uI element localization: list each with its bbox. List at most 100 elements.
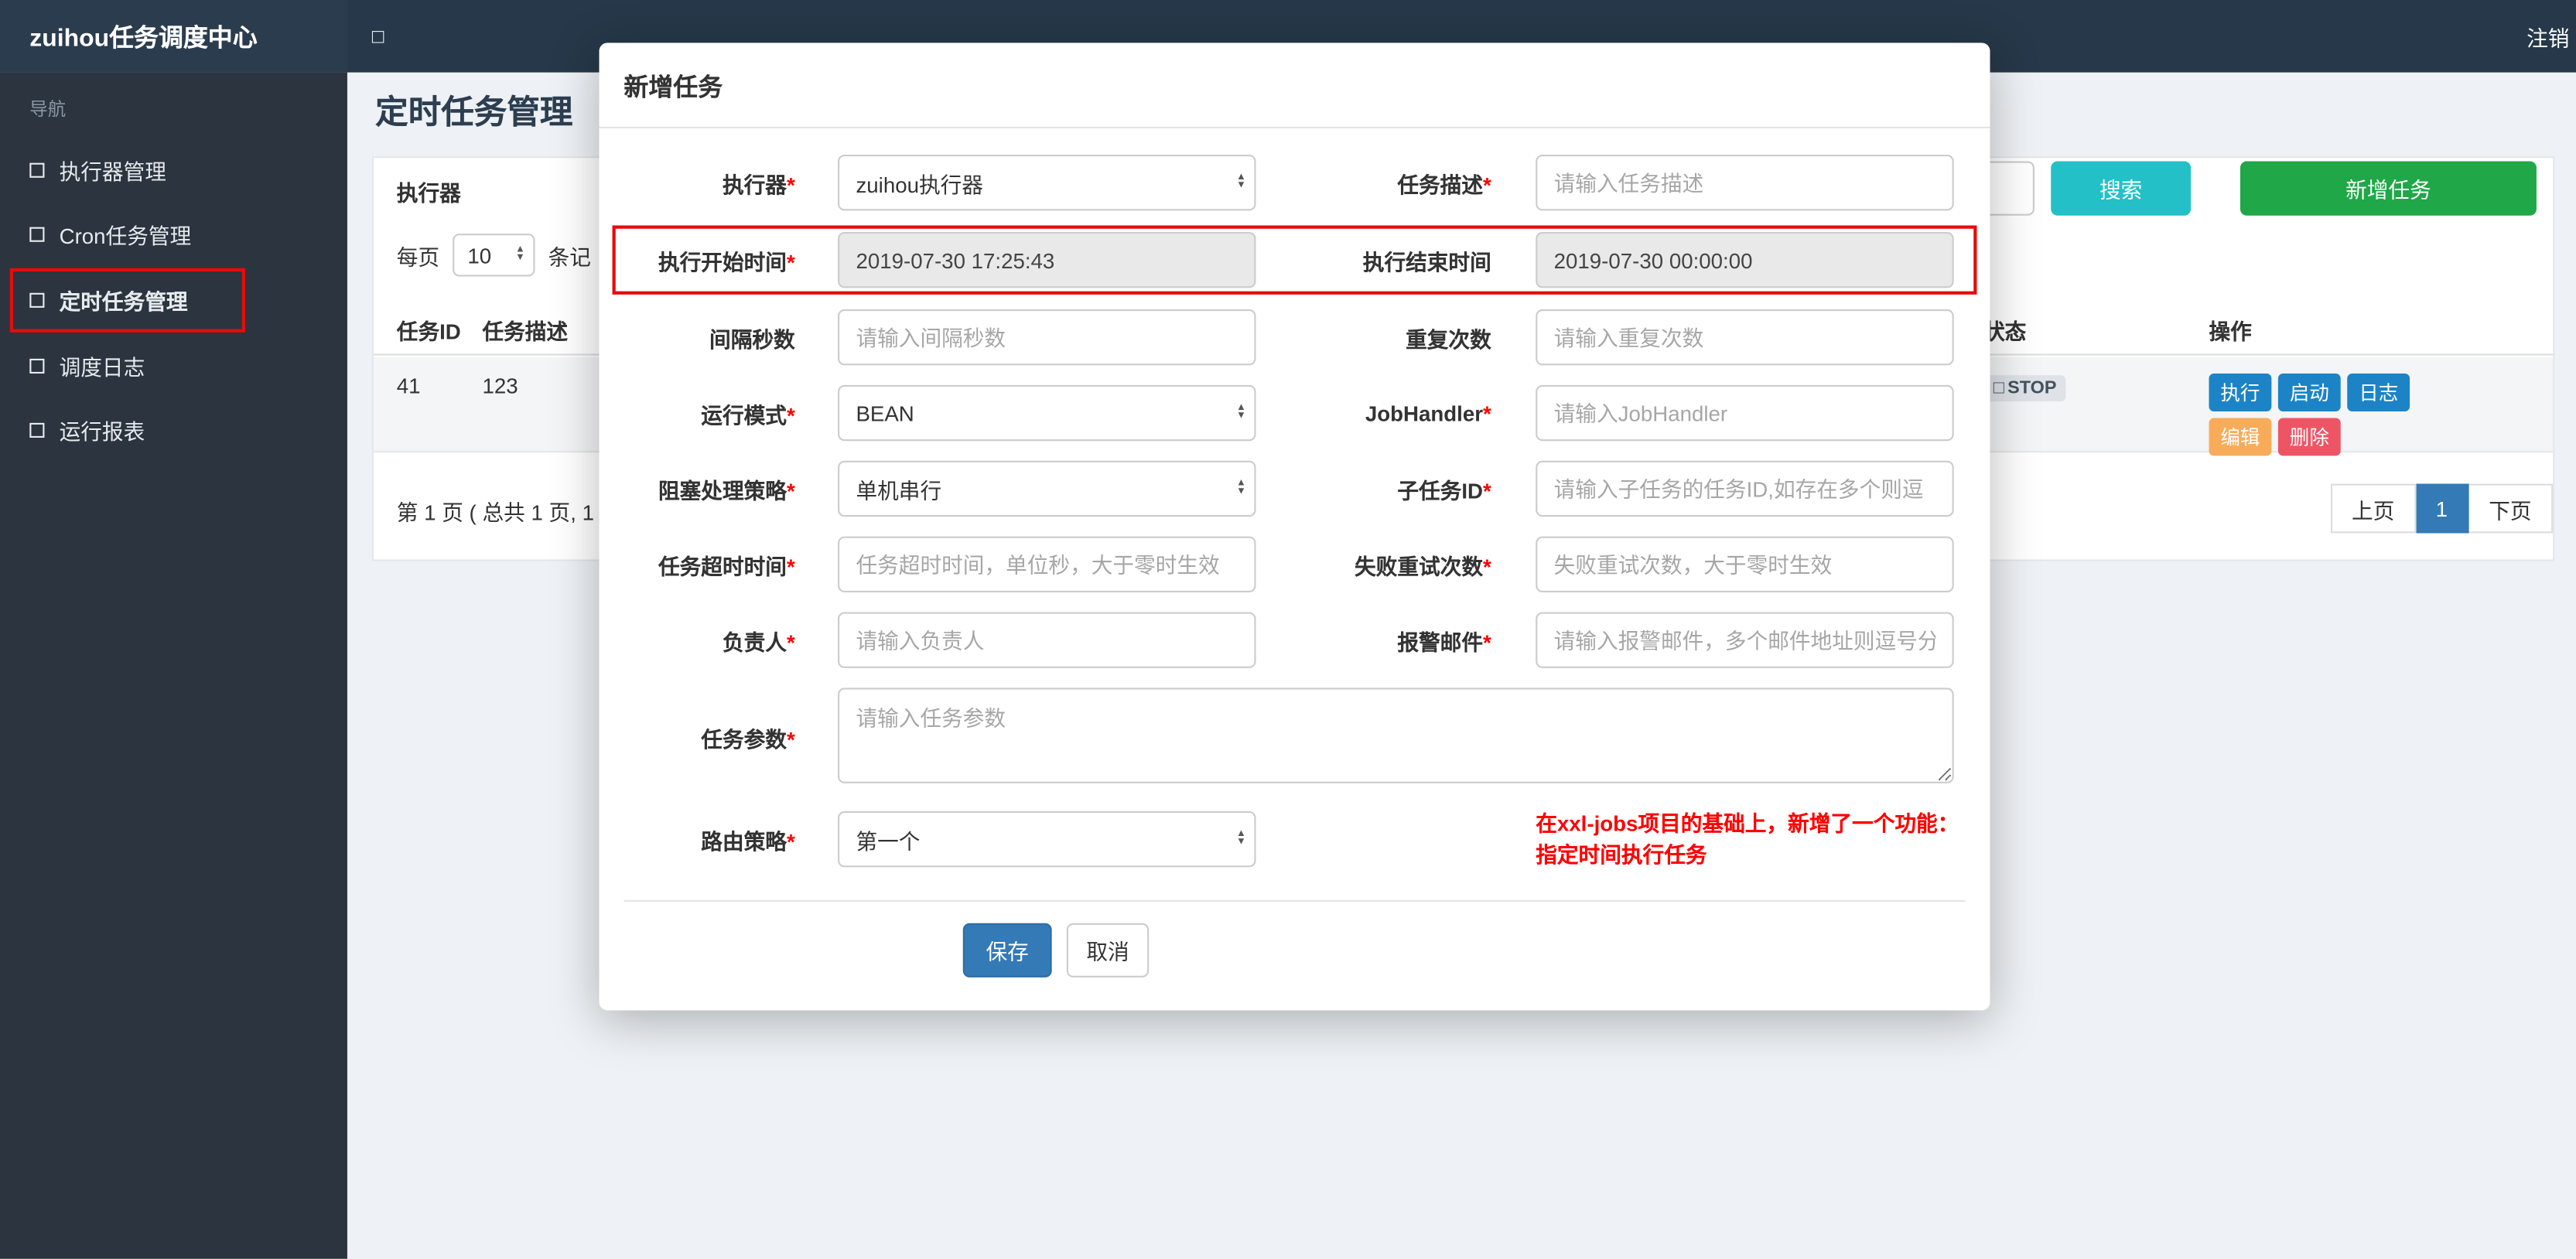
modal-body: 执行器* zuihou执行器 ▲▼ 任务描述* 执行开始时间* — [600, 128, 1990, 978]
select-arrows-icon: ▲ ▼ — [515, 245, 525, 264]
annotation-red-box: 执行开始时间* 执行结束时间 — [612, 225, 1977, 295]
add-task-modal: 新增任务 执行器* zuihou执行器 ▲ ▼ 任务描述* 请输入任务描述 执行… — [599, 43, 1990, 1011]
per-page-prefix: 每页 — [396, 244, 440, 269]
start-time-input[interactable] — [838, 232, 1256, 288]
repeat-input[interactable] — [1536, 309, 1954, 366]
sidebar-item-run-report[interactable]: 运行报表 — [0, 398, 347, 462]
pagination: 上页 1 下页 — [2330, 483, 2554, 534]
select-arrows-icon: ▲ ▼ — [1236, 829, 1246, 848]
logout-link[interactable]: 注销 — [2526, 26, 2569, 50]
status-badge: □ STOP — [1983, 375, 2067, 402]
route-strategy-label: 路由策略* — [701, 828, 795, 854]
run-mode-label: 运行模式* — [701, 402, 795, 428]
sidebar-item-label: Cron任务管理 — [59, 223, 192, 249]
run-mode-select[interactable]: BEAN ▲ ▼ — [838, 384, 1256, 442]
end-time-label: 执行结束时间 — [1362, 249, 1491, 275]
block-strategy-label: 阻塞处理策略* — [658, 478, 795, 503]
per-page-value: 10 — [467, 242, 492, 268]
modal-title: 新增任务 — [624, 73, 723, 102]
task-desc-input[interactable] — [1536, 155, 1954, 211]
executor-filter-label: 执行器 — [396, 181, 461, 206]
owner-input[interactable] — [838, 612, 1256, 668]
timeout-label: 任务超时时间* — [658, 554, 795, 578]
sidebar-item-label: 调度日志 — [59, 355, 145, 380]
start-button[interactable]: 启动 — [2277, 374, 2341, 411]
col-header-status: 状态 — [1983, 319, 2027, 344]
per-page-select[interactable]: 10 ▲ ▼ — [453, 234, 535, 277]
feature-note-line2: 指定时间执行任务 — [1536, 842, 1707, 868]
block-strategy-select-value: 单机串行 — [856, 478, 942, 503]
alarm-email-input[interactable] — [1536, 612, 1954, 668]
child-task-label: 子任务ID* — [1397, 478, 1491, 503]
end-time-input[interactable] — [1536, 232, 1954, 288]
interval-input[interactable] — [838, 309, 1256, 366]
route-strategy-select[interactable]: 第一个 ▲ ▼ — [838, 811, 1256, 868]
task-desc-label: 任务描述* — [1397, 172, 1491, 197]
sidebar-item-label: 定时任务管理 — [59, 289, 188, 315]
edit-button[interactable]: 编辑 — [2209, 418, 2272, 456]
select-arrows-icon: ▲ ▼ — [1236, 479, 1246, 497]
per-page-control: 每页 10 ▲ ▼ 条记 — [396, 234, 591, 277]
status-stop-icon: □ — [1993, 378, 2004, 398]
executor-select[interactable]: zuihou执行器 ▲ ▼ — [838, 155, 1256, 211]
save-button[interactable]: 保存 — [962, 923, 1052, 978]
sidebar-item-executor-mgmt[interactable]: 执行器管理 — [0, 138, 347, 203]
repeat-label: 重复次数 — [1406, 326, 1491, 352]
select-arrows-icon: ▲ ▼ — [1236, 403, 1246, 421]
select-arrows-icon: ▲ ▼ — [1236, 172, 1246, 191]
feature-note-line1: 在xxl-jobs项目的基础上，新增了一个功能： — [1536, 811, 1959, 836]
run-mode-select-value: BEAN — [856, 401, 914, 426]
execute-button[interactable]: 执行 — [2209, 374, 2272, 411]
timeout-input[interactable] — [838, 536, 1256, 593]
sidebar-toggle-icon[interactable]: □ — [372, 25, 384, 48]
executor-label: 执行器* — [722, 172, 795, 197]
cell-ops: 执行 启动 日志 编辑 删除 — [2209, 374, 2554, 456]
delete-button[interactable]: 删除 — [2277, 418, 2341, 456]
sidebar-item-scheduled-task-mgmt[interactable]: 定时任务管理 — [9, 268, 246, 333]
cell-task-id: 41 — [396, 374, 421, 398]
dispatch-log-icon — [29, 358, 45, 374]
scheduled-task-mgmt-icon — [29, 292, 45, 308]
executor-select-value: zuihou执行器 — [856, 172, 983, 197]
sidebar: 导航 执行器管理 Cron任务管理 定时任务管理 调度日志 运行报表 — [0, 72, 347, 1259]
executor-mgmt-icon — [29, 162, 45, 178]
pagination-summary: 第 1 页 ( 总共 1 页, 1 — [396, 500, 594, 525]
task-params-textarea[interactable] — [838, 688, 1954, 783]
per-page-suffix: 条记 — [548, 244, 591, 269]
prev-page-button[interactable]: 上页 — [2330, 483, 2417, 534]
sidebar-section-label: 导航 — [29, 100, 67, 121]
app-screen: zuihou任务调度中心 □ 注销 导航 执行器管理 Cron任务管理 定时任务… — [0, 0, 2576, 1259]
owner-label: 负责人* — [722, 629, 795, 654]
next-page-button[interactable]: 下页 — [2468, 483, 2554, 534]
search-button[interactable]: 搜索 — [2051, 161, 2192, 216]
block-strategy-select[interactable]: 单机串行 ▲ ▼ — [838, 460, 1256, 517]
task-params-label: 任务参数* — [701, 727, 795, 752]
child-task-input[interactable] — [1536, 460, 1954, 517]
col-header-task-id: 任务ID — [396, 319, 461, 344]
cancel-button[interactable]: 取消 — [1066, 923, 1150, 978]
alarm-email-label: 报警邮件* — [1397, 629, 1491, 654]
feature-note: 在xxl-jobs项目的基础上，新增了一个功能： 指定时间执行任务 — [1536, 808, 1960, 871]
modal-header: 新增任务 — [599, 43, 1990, 128]
jobhandler-input[interactable] — [1536, 384, 1954, 442]
page-1-button[interactable]: 1 — [2416, 483, 2469, 534]
sidebar-item-label: 执行器管理 — [59, 159, 166, 185]
cron-mgmt-icon — [29, 227, 45, 242]
status-text: STOP — [2007, 378, 2057, 398]
route-strategy-select-value: 第一个 — [856, 828, 921, 854]
navbar-right: 注销 — [2526, 21, 2576, 52]
sidebar-item-dispatch-log[interactable]: 调度日志 — [0, 334, 347, 398]
add-task-button[interactable]: 新增任务 — [2239, 161, 2537, 216]
app-brand: zuihou任务调度中心 — [0, 0, 347, 73]
sidebar-item-cron-mgmt[interactable]: Cron任务管理 — [0, 203, 347, 267]
sidebar-item-label: 运行报表 — [59, 419, 145, 445]
jobhandler-label: JobHandler* — [1365, 401, 1491, 426]
start-time-label: 执行开始时间* — [658, 249, 795, 275]
run-report-icon — [29, 422, 45, 438]
retry-label: 失败重试次数* — [1355, 554, 1491, 578]
col-header-ops: 操作 — [2209, 319, 2252, 344]
modal-footer: 保存 取消 — [624, 902, 1965, 978]
retry-input[interactable] — [1536, 536, 1954, 593]
interval-label: 间隔秒数 — [709, 326, 795, 352]
log-button[interactable]: 日志 — [2347, 374, 2410, 411]
